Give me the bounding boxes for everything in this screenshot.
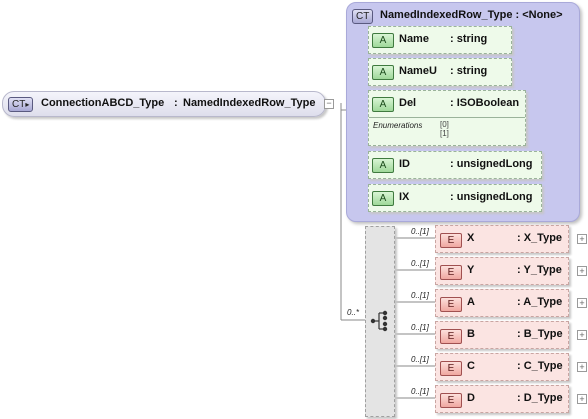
choice-compositor[interactable]	[365, 226, 395, 417]
element-occurrence: 0..[1]	[411, 259, 429, 268]
attribute-label: IX	[399, 191, 410, 203]
root-base-type: NamedIndexedRow_Type	[183, 97, 316, 109]
element-icon: E	[440, 265, 462, 280]
collapse-icon[interactable]: −	[324, 99, 334, 109]
element-a[interactable]: E A : A_Type	[435, 289, 569, 317]
expand-icon[interactable]: +	[577, 330, 587, 340]
element-label: Y	[467, 264, 475, 276]
element-type: : A_Type	[517, 296, 563, 308]
element-type: : B_Type	[517, 328, 563, 340]
expand-icon[interactable]: +	[577, 362, 587, 372]
attribute-icon: A	[372, 33, 394, 48]
attribute-nameu[interactable]: A NameU : string	[368, 58, 512, 86]
expand-icon[interactable]: +	[577, 298, 587, 308]
element-y[interactable]: E Y : Y_Type	[435, 257, 569, 285]
element-occurrence: 0..[1]	[411, 355, 429, 364]
element-type: : D_Type	[517, 392, 563, 404]
element-occurrence: 0..[1]	[411, 323, 429, 332]
element-occurrence: 0..[1]	[411, 291, 429, 300]
enumerations-label: Enumerations	[373, 121, 423, 130]
attribute-id[interactable]: A ID : unsignedLong	[368, 151, 542, 179]
element-label: B	[467, 328, 475, 340]
element-label: C	[467, 360, 475, 372]
attribute-name[interactable]: A Name : string	[368, 26, 512, 54]
element-b[interactable]: E B : B_Type	[435, 321, 569, 349]
element-occurrence: 0..[1]	[411, 387, 429, 396]
element-type: : C_Type	[517, 360, 563, 372]
attribute-label: Name	[399, 33, 429, 45]
enum-value: [1]	[440, 129, 449, 138]
choice-occurrence: 0..*	[347, 308, 360, 317]
attribute-icon: A	[372, 65, 394, 80]
attribute-type: : string	[450, 65, 488, 77]
attribute-ix[interactable]: A IX : unsignedLong	[368, 184, 542, 212]
expand-icon[interactable]: +	[577, 394, 587, 404]
attribute-icon: A	[372, 191, 394, 206]
element-icon: E	[440, 329, 462, 344]
attribute-type: : unsignedLong	[450, 191, 533, 203]
base-type-title: NamedIndexedRow_Type : <None>	[380, 9, 563, 21]
attribute-icon: A	[372, 158, 394, 173]
element-type: : Y_Type	[517, 264, 562, 276]
attribute-label: Del	[399, 97, 417, 109]
attribute-label: ID	[399, 158, 410, 170]
enum-value: [0]	[440, 120, 449, 129]
root-type-name: ConnectionABCD_Type	[41, 97, 165, 109]
element-label: D	[467, 392, 475, 404]
attribute-label: NameU	[399, 65, 437, 77]
root-type-separator: :	[174, 97, 178, 109]
choice-compositor-icon	[370, 310, 388, 332]
attribute-icon: A	[372, 97, 394, 112]
complex-type-icon: CT	[352, 9, 374, 24]
enumeration-divider	[369, 117, 525, 118]
element-d[interactable]: E D : D_Type	[435, 385, 569, 413]
complex-type-icon: CT▸	[8, 97, 34, 112]
element-icon: E	[440, 393, 462, 408]
element-c[interactable]: E C : C_Type	[435, 353, 569, 381]
element-occurrence: 0..[1]	[411, 227, 429, 236]
element-x[interactable]: E X : X_Type	[435, 225, 569, 253]
expand-icon[interactable]: +	[577, 234, 587, 244]
element-icon: E	[440, 233, 462, 248]
element-type: : X_Type	[517, 232, 563, 244]
expand-icon[interactable]: +	[577, 266, 587, 276]
attribute-del[interactable]: A Del : ISOBoolean Enumerations [0] [1]	[368, 90, 526, 146]
element-icon: E	[440, 361, 462, 376]
root-complex-type[interactable]: CT▸ ConnectionABCD_Type : NamedIndexedRo…	[2, 91, 326, 117]
element-label: A	[467, 296, 475, 308]
element-label: X	[467, 232, 475, 244]
element-icon: E	[440, 297, 462, 312]
attribute-type: : unsignedLong	[450, 158, 533, 170]
attribute-type: : string	[450, 33, 488, 45]
attribute-type: : ISOBoolean	[450, 97, 520, 109]
